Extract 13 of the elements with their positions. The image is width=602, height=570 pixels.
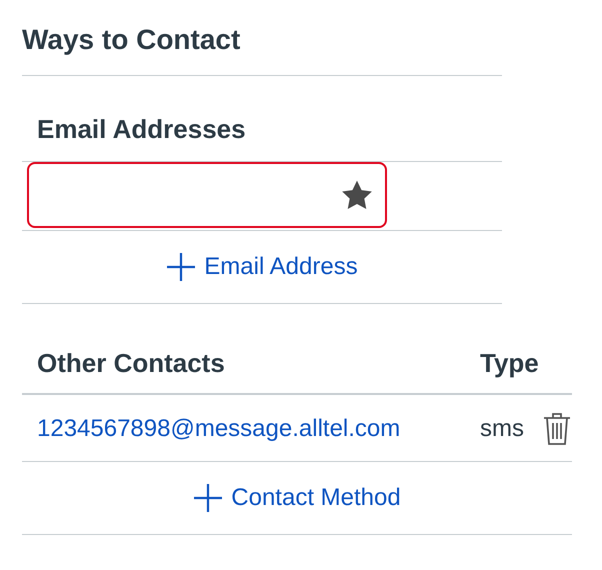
plus-icon xyxy=(193,483,224,513)
email-entry[interactable] xyxy=(27,162,387,228)
column-header: Other Contacts xyxy=(37,348,225,378)
add-contact-button[interactable]: Contact Method xyxy=(193,480,401,516)
section-title: Ways to Contact xyxy=(22,24,240,55)
star-icon[interactable] xyxy=(341,180,373,210)
add-email-button[interactable]: Email Address xyxy=(166,249,358,285)
section-heading: Email Addresses xyxy=(37,114,246,144)
trash-icon[interactable] xyxy=(542,412,572,446)
contact-link[interactable]: 1234567898@message.alltel.com xyxy=(37,415,400,442)
plus-icon xyxy=(166,252,196,282)
contact-type: sms xyxy=(480,414,524,444)
column-header: Type xyxy=(480,348,539,378)
